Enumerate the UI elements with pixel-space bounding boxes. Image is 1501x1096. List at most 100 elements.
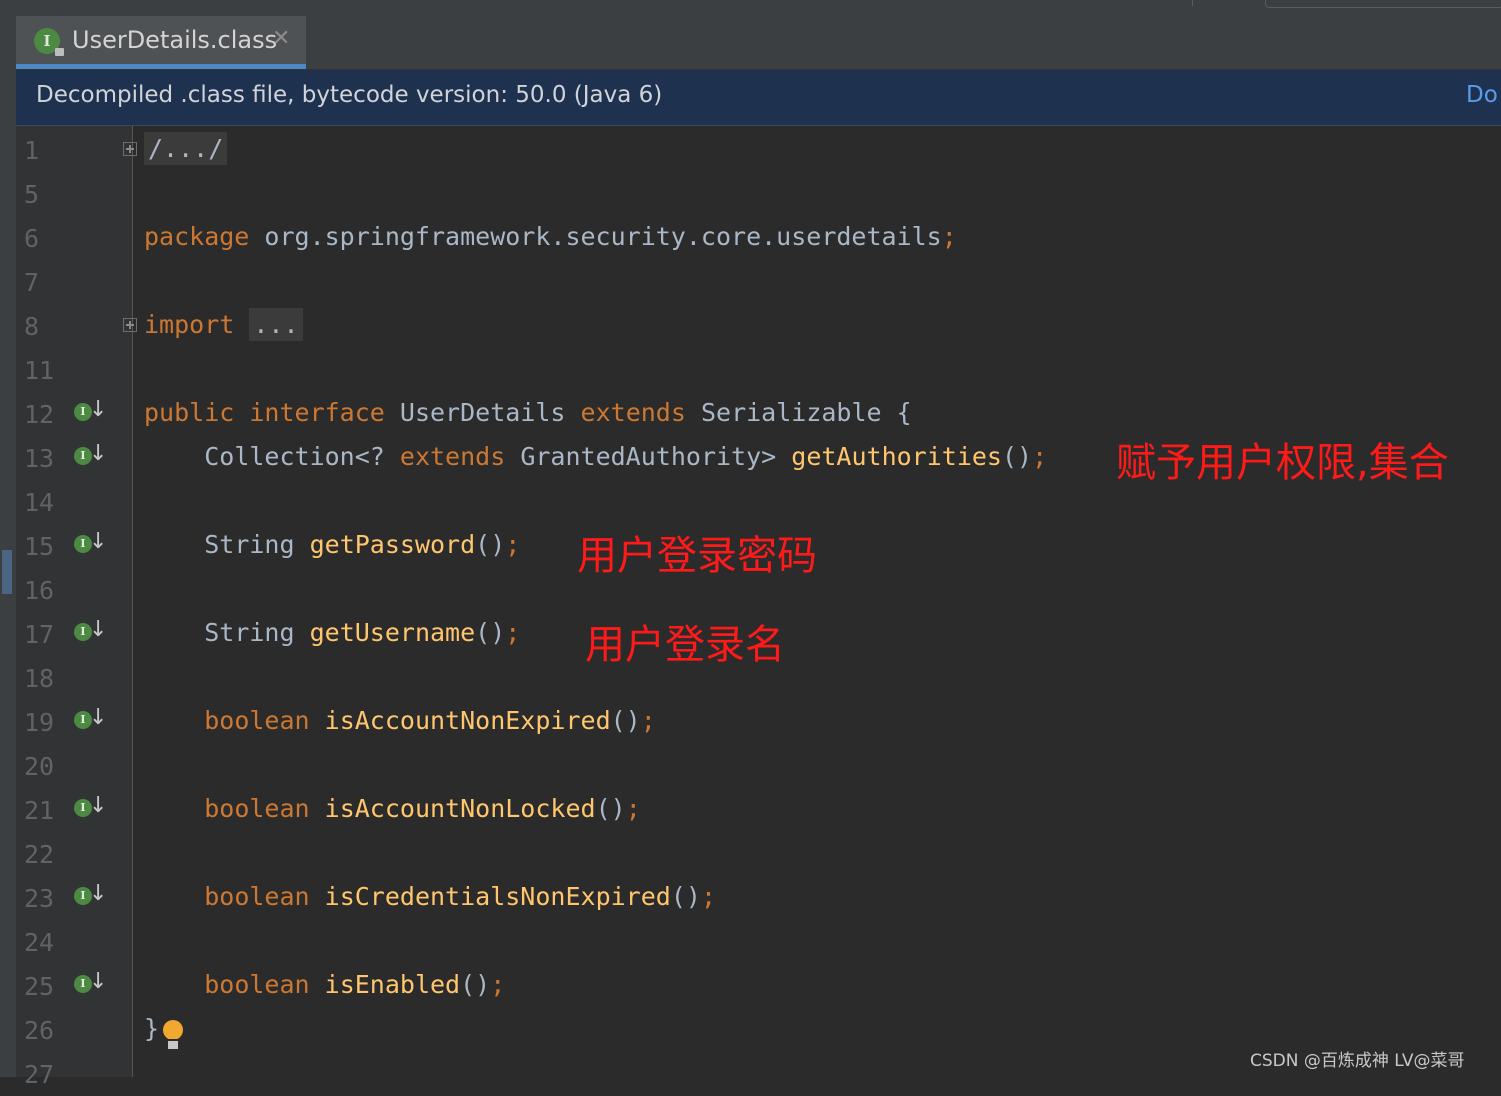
semicolon: ;	[505, 618, 521, 647]
semicolon: ;	[1032, 442, 1048, 471]
line-number: 27	[24, 1060, 55, 1089]
implemented-marker-icon[interactable]: I ↓	[74, 441, 107, 471]
code-line: 6 package org.springframework.security.c…	[16, 216, 1501, 260]
down-arrow-icon: ↓	[89, 881, 108, 906]
left-tool-strip	[0, 16, 16, 1077]
method-name: getUsername	[309, 618, 476, 647]
search-box-edge[interactable]	[1265, 0, 1501, 8]
line-number: 16	[24, 576, 55, 605]
code-text[interactable]: boolean isEnabled();	[144, 970, 505, 999]
down-arrow-icon: ↓	[89, 617, 108, 642]
code-line: 25 I ↓ boolean isEnabled();	[16, 964, 1501, 1008]
fold-expand-icon[interactable]	[123, 318, 137, 332]
parens: ()	[610, 706, 641, 735]
code-text[interactable]: public interface UserDetails extends Ser…	[144, 398, 912, 427]
parens: ()	[475, 618, 506, 647]
code-text[interactable]: boolean isAccountNonLocked();	[144, 794, 641, 823]
editor-tab-bar: I UserDetails.class ✕	[16, 16, 1501, 70]
type: Collection<?	[204, 442, 385, 471]
parens: ()	[1001, 442, 1033, 471]
download-sources-link[interactable]: Do	[1466, 82, 1498, 108]
semicolon: ;	[625, 794, 641, 823]
code-line: 8 import ...	[16, 304, 1501, 348]
line-number: 1	[24, 136, 40, 165]
semicolon: ;	[941, 222, 957, 251]
tab-label: UserDetails.class	[72, 26, 278, 54]
line-number: 18	[24, 664, 55, 693]
method-name: isAccountNonLocked	[324, 794, 596, 823]
semicolon: ;	[490, 970, 506, 999]
line-number: 8	[24, 312, 40, 341]
line-number: 14	[24, 488, 55, 517]
line-number: 15	[24, 532, 55, 561]
semicolon: ;	[640, 706, 656, 735]
title-strip	[0, 0, 1501, 17]
line-number: 7	[24, 268, 40, 297]
code-line: 20	[16, 744, 1501, 788]
folded-header[interactable]: /.../	[144, 132, 228, 165]
implemented-marker-icon[interactable]: I ↓	[74, 397, 107, 427]
annotation-username: 用户登录名	[585, 622, 785, 668]
watermark: CSDN @百炼成神 LV@菜哥	[1250, 1051, 1465, 1071]
code-text[interactable]: boolean isAccountNonExpired();	[144, 706, 656, 735]
folded-imports[interactable]: ...	[249, 308, 303, 341]
parens: ()	[670, 882, 701, 911]
down-arrow-icon: ↓	[89, 793, 108, 818]
method-name: isAccountNonExpired	[324, 706, 611, 735]
annotation-authorities: 赋予用户权限,集合	[1116, 440, 1449, 486]
type: String	[204, 530, 295, 559]
keyword: public	[144, 398, 235, 427]
method-name: getPassword	[309, 530, 476, 559]
implemented-marker-icon[interactable]: I ↓	[74, 617, 107, 647]
method-name: isCredentialsNonExpired	[324, 882, 671, 911]
keyword: extends	[580, 398, 686, 427]
method-name: getAuthorities	[791, 442, 1002, 471]
interface-name: UserDetails	[399, 398, 566, 427]
keyword: boolean	[204, 882, 310, 911]
code-text[interactable]: /.../	[144, 132, 228, 165]
code-line: 1 /.../	[16, 128, 1501, 172]
code-text[interactable]: }	[144, 1014, 159, 1043]
close-icon[interactable]: ✕	[272, 26, 290, 51]
parens: ()	[460, 970, 491, 999]
bulb-glass	[163, 1020, 183, 1040]
method-name: isEnabled	[324, 970, 461, 999]
keyword: package	[144, 222, 250, 251]
code-text[interactable]: package org.springframework.security.cor…	[144, 222, 957, 251]
code-text[interactable]: import ...	[144, 308, 303, 341]
annotation-password: 用户登录密码	[577, 533, 817, 579]
keyword: interface	[249, 398, 385, 427]
line-number: 20	[24, 752, 55, 781]
code-text[interactable]: String getPassword();	[144, 530, 520, 559]
keyword: boolean	[204, 706, 310, 735]
interface-file-icon: I	[34, 28, 64, 56]
semicolon: ;	[700, 882, 716, 911]
code-text[interactable]: Collection<? extends GrantedAuthority> g…	[144, 442, 1047, 471]
line-number: 5	[24, 180, 40, 209]
tab-userdetails-class[interactable]: I UserDetails.class ✕	[16, 16, 306, 69]
down-arrow-icon: ↓	[89, 441, 108, 466]
interface-icon-letter: I	[43, 32, 51, 50]
parens: ()	[595, 794, 626, 823]
implemented-marker-icon[interactable]: I ↓	[74, 881, 107, 911]
line-number: 25	[24, 972, 55, 1001]
title-separator	[1192, 0, 1193, 6]
keyword: boolean	[204, 794, 310, 823]
code-text[interactable]: String getUsername();	[144, 618, 520, 647]
scroll-position-marker	[2, 550, 12, 594]
lightbulb-icon[interactable]	[163, 1020, 183, 1049]
code-line: 22	[16, 832, 1501, 876]
implemented-marker-icon[interactable]: I ↓	[74, 705, 107, 735]
fold-expand-icon[interactable]	[123, 142, 137, 156]
bulb-base	[168, 1039, 178, 1049]
down-arrow-icon: ↓	[89, 705, 108, 730]
implemented-marker-icon[interactable]: I ↓	[74, 793, 107, 823]
code-line: 24	[16, 920, 1501, 964]
implemented-marker-icon[interactable]: I ↓	[74, 969, 107, 999]
type: String	[204, 618, 295, 647]
line-number: 26	[24, 1016, 55, 1045]
code-text[interactable]: boolean isCredentialsNonExpired();	[144, 882, 716, 911]
semicolon: ;	[505, 530, 521, 559]
implemented-marker-icon[interactable]: I ↓	[74, 529, 107, 559]
decompiled-notice-banner: Decompiled .class file, bytecode version…	[16, 70, 1501, 126]
